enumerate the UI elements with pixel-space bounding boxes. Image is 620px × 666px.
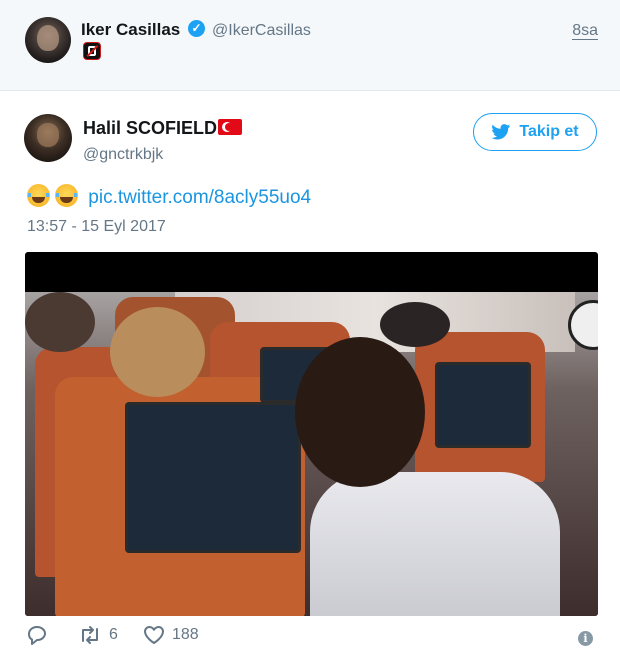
like-button[interactable]: 188 [143, 625, 199, 645]
passenger-hoodie [310, 472, 560, 616]
passenger-head [110, 307, 205, 397]
tears-of-joy-emoji-icon [55, 184, 78, 207]
parent-tweet[interactable]: Iker Casillas ✓ @IkerCasillas 8sa [0, 0, 620, 91]
retweet-icon [82, 626, 98, 644]
tweet-media-link[interactable]: pic.twitter.com/8acly55uo4 [88, 187, 311, 208]
retweet-count: 6 [109, 626, 118, 643]
video-player[interactable] [25, 252, 598, 616]
reply-icon [28, 626, 46, 645]
seat-screen [435, 362, 531, 448]
parent-author-name[interactable]: Iker Casillas [81, 20, 180, 40]
passenger-head [380, 302, 450, 347]
passenger-head [25, 292, 95, 352]
video-frame [25, 292, 598, 616]
follow-button[interactable]: Takip et [473, 113, 597, 151]
follow-label: Takip et [519, 123, 579, 140]
tears-of-joy-emoji-icon [27, 184, 50, 207]
tweet-date[interactable]: 13:57 - 15 Eyl 2017 [27, 218, 166, 236]
parent-author-handle[interactable]: @IkerCasillas [212, 22, 311, 40]
no-phone-emoji-icon [83, 42, 101, 60]
avatar-halil-scofield[interactable] [24, 114, 72, 162]
retweet-button[interactable]: 6 [78, 625, 118, 645]
author-handle[interactable]: @gnctrkbjk [83, 146, 163, 164]
passenger-face [295, 337, 425, 487]
tweet-actions: 6 188 i [0, 625, 620, 655]
author-name[interactable]: Halil SCOFIELD [83, 118, 243, 139]
seat-screen [125, 402, 301, 553]
parent-tweet-time[interactable]: 8sa [572, 22, 598, 40]
turkey-flag-icon [218, 119, 243, 135]
verified-badge-icon: ✓ [188, 20, 205, 37]
info-icon[interactable]: i [578, 631, 593, 646]
tweet-text: pic.twitter.com/8acly55uo4 [27, 184, 311, 209]
parent-time-text[interactable]: 8sa [572, 22, 598, 40]
twitter-bird-icon [491, 124, 511, 140]
heart-icon [144, 626, 164, 644]
avatar-iker-casillas[interactable] [25, 17, 71, 63]
author-name-text[interactable]: Halil SCOFIELD [83, 118, 217, 138]
like-count: 188 [172, 626, 199, 643]
reply-button[interactable] [26, 625, 48, 645]
